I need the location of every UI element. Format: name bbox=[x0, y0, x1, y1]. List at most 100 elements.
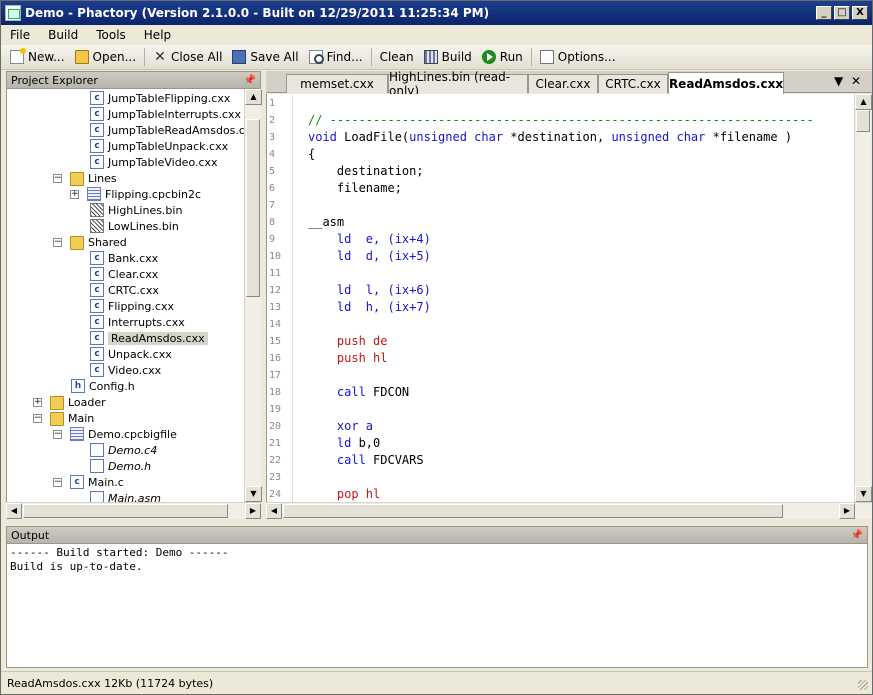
tab-memset[interactable]: memset.cxx bbox=[286, 74, 388, 93]
pin-icon[interactable]: 📌 bbox=[851, 530, 863, 541]
tab-clear[interactable]: Clear.cxx bbox=[528, 74, 598, 93]
scroll-thumb[interactable] bbox=[856, 110, 870, 132]
scroll-up-icon[interactable]: ▲ bbox=[245, 89, 262, 105]
output-panel[interactable]: ------ Build started: Demo ------ Build … bbox=[6, 544, 868, 668]
menu-file[interactable]: File bbox=[1, 28, 39, 42]
close-tab-icon[interactable]: ✕ bbox=[851, 74, 861, 88]
find-icon bbox=[308, 50, 324, 64]
tree-item[interactable]: c Interrupts.cxx bbox=[90, 314, 185, 330]
tree-item[interactable]: c Unpack.cxx bbox=[90, 346, 172, 362]
tree-item[interactable]: − Demo.cpcbigfile bbox=[53, 426, 177, 442]
expand-icon[interactable]: + bbox=[33, 397, 42, 407]
line-number: 21 bbox=[269, 438, 282, 449]
line-number: 22 bbox=[269, 455, 282, 466]
close-all-button[interactable]: ✕ Close All bbox=[148, 46, 227, 68]
link-file-icon bbox=[90, 459, 104, 473]
c-file-icon: c bbox=[90, 123, 104, 137]
scroll-left-icon[interactable]: ◀ bbox=[266, 503, 282, 519]
menu-bar: File Build Tools Help bbox=[1, 25, 872, 45]
tree-item[interactable]: c JumpTableUnpack.cxx bbox=[90, 138, 228, 154]
code-line: pop hl bbox=[308, 487, 381, 501]
scroll-thumb[interactable] bbox=[246, 119, 260, 297]
tree-item[interactable]: c Flipping.cxx bbox=[90, 298, 174, 314]
tree-item[interactable]: c Bank.cxx bbox=[90, 250, 158, 266]
tree-item[interactable]: c JumpTableVideo.cxx bbox=[90, 154, 218, 170]
scroll-up-icon[interactable]: ▲ bbox=[855, 94, 872, 110]
collapse-icon[interactable]: − bbox=[53, 477, 62, 487]
tab-list-icon[interactable]: ▼ bbox=[834, 74, 843, 88]
collapse-icon[interactable]: − bbox=[53, 173, 62, 183]
options-button[interactable]: Options... bbox=[535, 46, 621, 68]
close-window-button[interactable]: X bbox=[852, 6, 868, 20]
tree-item[interactable]: − Main bbox=[33, 410, 94, 426]
tree-item[interactable]: LowLines.bin bbox=[90, 218, 179, 234]
tree-item[interactable]: + Loader bbox=[33, 394, 106, 410]
link-file-icon bbox=[90, 491, 104, 502]
line-number: 20 bbox=[269, 421, 282, 432]
tab-highlines[interactable]: HighLines.bin (read-only) bbox=[388, 70, 528, 98]
maximize-button[interactable]: □ bbox=[834, 6, 850, 20]
resize-grip-icon[interactable] bbox=[858, 680, 868, 690]
tree-item[interactable]: c Clear.cxx bbox=[90, 266, 158, 282]
run-label: Run bbox=[499, 50, 523, 64]
toolbar: New... Open... ✕ Close All Save All Find.… bbox=[1, 45, 872, 70]
tree-item[interactable]: c JumpTableInterrupts.cxx bbox=[90, 106, 241, 122]
tree-item[interactable]: c Video.cxx bbox=[90, 362, 161, 378]
tab-crtc[interactable]: CRTC.cxx bbox=[598, 74, 668, 93]
scroll-down-icon[interactable]: ▼ bbox=[855, 486, 872, 502]
tree-item[interactable]: Demo.c4 bbox=[90, 442, 157, 458]
collapse-icon[interactable]: − bbox=[53, 237, 62, 247]
title-bar[interactable]: Demo - Phactory (Version 2.1.0.0 - Built… bbox=[1, 1, 872, 25]
scroll-thumb[interactable] bbox=[23, 504, 228, 518]
collapse-icon[interactable]: − bbox=[53, 429, 62, 439]
tree-item[interactable]: Main.asm bbox=[90, 490, 161, 502]
tree-vertical-scrollbar[interactable]: ▲ ▼ bbox=[244, 89, 262, 502]
window-title: Demo - Phactory (Version 2.1.0.0 - Built… bbox=[25, 6, 490, 20]
tree-item[interactable]: + Flipping.cpcbin2c bbox=[70, 186, 201, 202]
menu-build[interactable]: Build bbox=[39, 28, 87, 42]
build-button[interactable]: Build bbox=[419, 46, 477, 68]
menu-help[interactable]: Help bbox=[135, 28, 180, 42]
scroll-right-icon[interactable]: ▶ bbox=[245, 503, 261, 519]
new-button[interactable]: New... bbox=[5, 46, 70, 68]
line-number: 18 bbox=[269, 387, 282, 398]
tree-item[interactable]: h Config.h bbox=[71, 378, 135, 394]
pin-icon[interactable]: 📌 bbox=[244, 75, 256, 86]
editor-horizontal-scrollbar[interactable]: ◀ ▶ bbox=[266, 502, 872, 519]
tree-item[interactable]: c CRTC.cxx bbox=[90, 282, 159, 298]
tree-horizontal-scrollbar[interactable]: ◀ ▶ bbox=[6, 502, 261, 519]
find-button[interactable]: Find... bbox=[304, 46, 368, 68]
editor-vertical-scrollbar[interactable]: ▲ ▼ bbox=[854, 94, 872, 502]
c-file-icon: c bbox=[90, 107, 104, 121]
code-editor[interactable]: 1 2 3 4 5 6 7 8 9 10 11 12 13 14 15 16 1… bbox=[266, 94, 854, 502]
tree-item[interactable]: HighLines.bin bbox=[90, 202, 182, 218]
minimize-button[interactable]: _ bbox=[816, 6, 832, 20]
run-button[interactable]: Run bbox=[477, 46, 528, 68]
code-line: xor a bbox=[308, 419, 374, 433]
open-button[interactable]: Open... bbox=[70, 46, 142, 68]
toolbar-separator bbox=[530, 48, 532, 66]
tree-item[interactable]: − Shared bbox=[53, 234, 127, 250]
tree-item[interactable]: − Lines bbox=[53, 170, 117, 186]
menu-tools[interactable]: Tools bbox=[87, 28, 135, 42]
code-line: ld d, (ix+5) bbox=[308, 249, 431, 263]
c-file-icon: c bbox=[90, 155, 104, 169]
tree-item[interactable]: c JumpTableFlipping.cxx bbox=[90, 90, 230, 106]
collapse-icon[interactable]: − bbox=[33, 413, 42, 423]
scroll-right-icon[interactable]: ▶ bbox=[839, 503, 855, 519]
scroll-thumb[interactable] bbox=[283, 504, 783, 518]
scroll-down-icon[interactable]: ▼ bbox=[245, 486, 262, 502]
tree-item[interactable]: c JumpTableReadAmsdos.cxx bbox=[90, 122, 244, 138]
tree-item[interactable]: − c Main.c bbox=[53, 474, 124, 490]
options-label: Options... bbox=[557, 50, 616, 64]
line-number: 13 bbox=[269, 302, 282, 313]
tree-item[interactable]: Demo.h bbox=[90, 458, 151, 474]
tree-item-selected[interactable]: c ReadAmsdos.cxx bbox=[90, 330, 208, 346]
save-all-button[interactable]: Save All bbox=[227, 46, 303, 68]
clean-button[interactable]: Clean bbox=[375, 46, 419, 68]
scroll-left-icon[interactable]: ◀ bbox=[6, 503, 22, 519]
line-number: 5 bbox=[269, 166, 276, 177]
project-tree[interactable]: c JumpTableFlipping.cxx c JumpTableInterru… bbox=[6, 89, 244, 502]
tab-readamsdos[interactable]: ReadAmsdos.cxx bbox=[668, 72, 784, 94]
expand-icon[interactable]: + bbox=[70, 189, 79, 199]
